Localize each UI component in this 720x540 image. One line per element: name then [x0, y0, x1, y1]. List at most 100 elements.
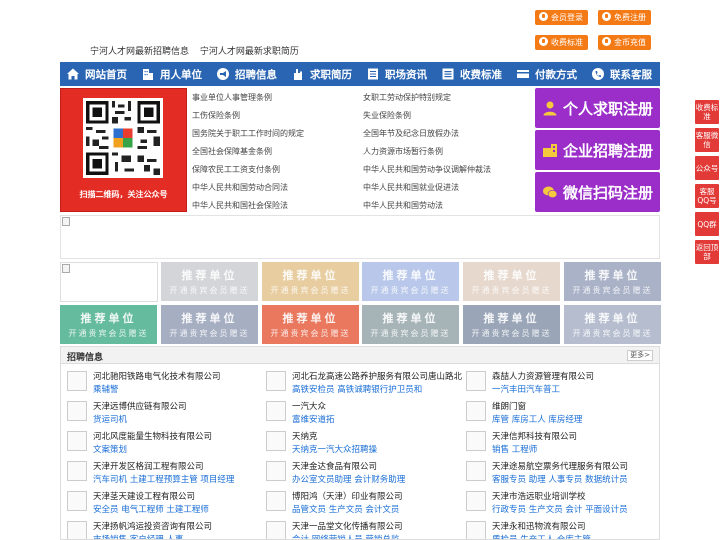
- job-positions[interactable]: 安全员 电气工程师 土建工程师: [93, 503, 209, 515]
- company-name[interactable]: 天津市浩远职业培训学校: [492, 490, 586, 502]
- company-name[interactable]: 博阳鸿（天津）印业有限公司: [292, 490, 403, 502]
- side-service-wechat-button[interactable]: 客服微信: [695, 128, 719, 152]
- recommend-tile[interactable]: 推荐单位 开通贵宾会员赠送: [362, 305, 459, 344]
- recommend-tile[interactable]: 推荐单位 开通贵宾会员赠送: [463, 262, 560, 301]
- company-name[interactable]: 天津永和迅物流有限公司: [492, 520, 586, 532]
- law-link[interactable]: 事业单位人事管理条例: [192, 92, 272, 103]
- law-link[interactable]: 工伤保险条例: [192, 110, 240, 121]
- job-item[interactable]: 河北风度能量生物科技有限公司 文案策划: [61, 428, 257, 456]
- recommend-tile[interactable]: 推荐单位 开通贵宾会员赠送: [362, 262, 459, 301]
- recommend-tile[interactable]: 推荐单位 开通贵宾会员赠送: [161, 305, 258, 344]
- recommend-tile[interactable]: 推荐单位 开通贵宾会员赠送: [161, 262, 258, 301]
- nav-service[interactable]: 联系客服: [591, 62, 652, 86]
- law-link[interactable]: 中华人民共和国劳动争议调解仲裁法: [363, 164, 491, 175]
- recommend-tile[interactable]: 推荐单位 开通贵宾会员赠送: [564, 262, 661, 301]
- side-fee-standard-button[interactable]: 收费标准: [695, 100, 719, 124]
- company-name[interactable]: 天津远博供应链有限公司: [93, 400, 187, 412]
- company-register-button[interactable]: 企业招聘注册: [535, 130, 660, 170]
- law-link[interactable]: 全国年节及纪念日放假办法: [363, 128, 459, 139]
- company-name[interactable]: 河北风度能量生物科技有限公司: [93, 430, 212, 442]
- free-register-button[interactable]: 免费注册: [598, 10, 651, 25]
- nav-payment[interactable]: 付款方式: [516, 62, 577, 86]
- law-link[interactable]: 中华人民共和国劳动合同法: [192, 182, 288, 193]
- job-item[interactable]: 森喆人力资源管理有限公司 一汽丰田汽车普工: [460, 368, 656, 396]
- job-positions[interactable]: 库管 库房工人 库房经理: [492, 413, 582, 425]
- law-link[interactable]: 保障农民工工资支付条例: [192, 164, 280, 175]
- job-positions[interactable]: 乘辅警: [93, 383, 119, 395]
- job-item[interactable]: 天津扬帆鸿运投资咨询有限公司 市场销售 客户经理 人事: [61, 518, 257, 539]
- job-positions[interactable]: 质检员 生产工人 仓库主管: [492, 533, 591, 539]
- side-official-account-button[interactable]: 公众号: [695, 156, 719, 180]
- job-positions[interactable]: 天纳克一汽大众招聘操: [292, 443, 377, 455]
- job-item[interactable]: 天津远博供应链有限公司 货运司机: [61, 398, 257, 426]
- latest-resumes-link[interactable]: 宁河人才网最新求职简历: [200, 47, 299, 57]
- job-item[interactable]: 天津市浩远职业培训学校 行政专员 生产文员 会计 平面设计员: [460, 488, 656, 516]
- nav-home[interactable]: 网站首页: [66, 62, 127, 86]
- company-name[interactable]: 维朗门窗: [492, 400, 526, 412]
- side-qq-group-button[interactable]: QQ群: [695, 212, 719, 236]
- job-positions[interactable]: 办公室文员助理 会计财务助理: [292, 473, 405, 485]
- gold-recharge-button[interactable]: 金币充值: [598, 35, 651, 50]
- company-name[interactable]: 天津茎天建设工程有限公司: [93, 490, 195, 502]
- qr-code-image[interactable]: [83, 98, 163, 178]
- job-item[interactable]: 维朗门窗 库管 库房工人 库房经理: [460, 398, 656, 426]
- job-positions[interactable]: 客服专员 助理 人事专员 数据统计员: [492, 473, 628, 485]
- law-link[interactable]: 中华人民共和国劳动法: [363, 200, 443, 211]
- member-login-button[interactable]: 会员登录: [535, 10, 588, 25]
- recommend-tile[interactable]: 推荐单位 开通贵宾会员赠送: [60, 305, 157, 344]
- wechat-register-button[interactable]: 微信扫码注册: [535, 172, 660, 212]
- recommend-tile[interactable]: 推荐单位 开通贵宾会员赠送: [463, 305, 560, 344]
- latest-jobs-link[interactable]: 宁河人才网最新招聘信息: [90, 47, 189, 57]
- job-positions[interactable]: 一汽丰田汽车普工: [492, 383, 560, 395]
- law-link[interactable]: 人力资源市场暂行条例: [363, 146, 443, 157]
- nav-jobs[interactable]: 招聘信息: [216, 62, 277, 86]
- job-positions[interactable]: 市场销售 客户经理 人事: [93, 533, 183, 539]
- law-link[interactable]: 失业保险条例: [363, 110, 411, 121]
- law-link[interactable]: 中华人民共和国就业促进法: [363, 182, 459, 193]
- company-name[interactable]: 森喆人力资源管理有限公司: [492, 370, 594, 382]
- company-name[interactable]: 一汽大众: [292, 400, 326, 412]
- company-name[interactable]: 天津信邦科技有限公司: [492, 430, 577, 442]
- job-positions[interactable]: 会计 网络营销人员 营销总监: [292, 533, 399, 539]
- job-item[interactable]: 河北石龙高速公路养护服务有限公司唐山路北 高铁安检员 高铁诚聘银行护卫员和: [260, 368, 462, 396]
- company-name[interactable]: 天津金达食品有限公司: [292, 460, 377, 472]
- nav-employers[interactable]: 用人单位: [141, 62, 202, 86]
- job-positions[interactable]: 品管文员 生产文员 会计文员: [292, 503, 399, 515]
- job-item[interactable]: 天纳克 天纳克一汽大众招聘操: [260, 428, 456, 456]
- job-item[interactable]: 天津永和迅物流有限公司 质检员 生产工人 仓库主管: [460, 518, 656, 539]
- company-name[interactable]: 天津扬帆鸿运投资咨询有限公司: [93, 520, 212, 532]
- job-positions[interactable]: 销售 工程师: [492, 443, 537, 455]
- company-name[interactable]: 河北驰阳铁路电气化技术有限公司: [93, 370, 221, 382]
- back-to-top-button[interactable]: 返回顶部: [695, 240, 719, 264]
- job-item[interactable]: 一汽大众 富维安道拓: [260, 398, 456, 426]
- more-link[interactable]: 更多>: [627, 350, 653, 361]
- job-item[interactable]: 博阳鸿（天津）印业有限公司 品管文员 生产文员 会计文员: [260, 488, 456, 516]
- nav-news[interactable]: 职场资讯: [366, 62, 427, 86]
- ad-banner[interactable]: [60, 215, 660, 259]
- job-item[interactable]: 天津茎天建设工程有限公司 安全员 电气工程师 土建工程师: [61, 488, 257, 516]
- job-item[interactable]: 天津一品堂文化传播有限公司 会计 网络营销人员 营销总监: [260, 518, 456, 539]
- company-name[interactable]: 河北石龙高速公路养护服务有限公司唐山路北: [292, 370, 462, 382]
- job-positions[interactable]: 文案策划: [93, 443, 127, 455]
- recommend-ad-slot[interactable]: [60, 262, 158, 302]
- nav-fees[interactable]: 收费标准: [441, 62, 502, 86]
- job-positions[interactable]: 货运司机: [93, 413, 127, 425]
- job-item[interactable]: 天津途易航空票务代理服务有限公司 客服专员 助理 人事专员 数据统计员: [460, 458, 656, 486]
- company-name[interactable]: 天津开发区格润工程有限公司: [93, 460, 204, 472]
- side-service-qq-button[interactable]: 客服QQ号: [695, 184, 719, 208]
- job-positions[interactable]: 高铁安检员 高铁诚聘银行护卫员和: [292, 383, 422, 395]
- law-link[interactable]: 国务院关于职工工作时间的规定: [192, 128, 304, 139]
- job-item[interactable]: 天津开发区格润工程有限公司 汽车司机 土建工程预算主管 项目经理: [61, 458, 257, 486]
- job-item[interactable]: 天津金达食品有限公司 办公室文员助理 会计财务助理: [260, 458, 456, 486]
- job-positions[interactable]: 富维安道拓: [292, 413, 335, 425]
- job-positions[interactable]: 行政专员 生产文员 会计 平面设计员: [492, 503, 628, 515]
- recommend-tile[interactable]: 推荐单位 开通贵宾会员赠送: [564, 305, 661, 344]
- law-link[interactable]: 全国社会保障基金条例: [192, 146, 272, 157]
- fee-standard-button[interactable]: 收费标准: [535, 35, 588, 50]
- recommend-tile[interactable]: 推荐单位 开通贵宾会员赠送: [262, 262, 359, 301]
- job-item[interactable]: 河北驰阳铁路电气化技术有限公司 乘辅警: [61, 368, 257, 396]
- law-link[interactable]: 女职工劳动保护特别规定: [363, 92, 451, 103]
- company-name[interactable]: 天津一品堂文化传播有限公司: [292, 520, 403, 532]
- law-link[interactable]: 中华人民共和国社会保险法: [192, 200, 288, 211]
- nav-resumes[interactable]: 求职简历: [291, 62, 352, 86]
